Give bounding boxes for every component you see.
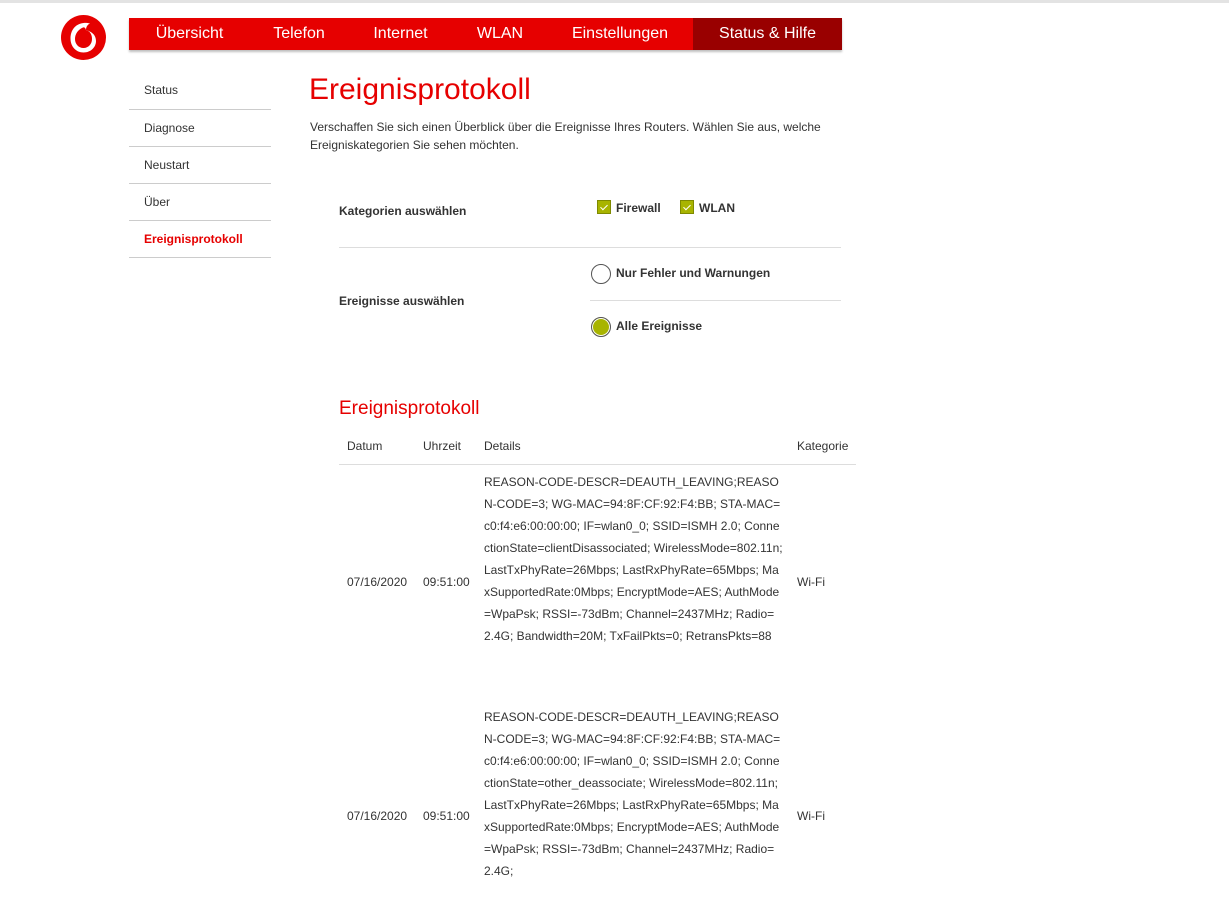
sidebar-item-ereignisprotokoll[interactable]: Ereignisprotokoll <box>129 221 271 258</box>
nav-item-telefon[interactable]: Telefon <box>250 18 348 50</box>
events-label: Ereignisse auswählen <box>339 294 465 308</box>
vodafone-logo-icon[interactable] <box>61 15 106 60</box>
wlan-checkbox[interactable] <box>680 200 694 214</box>
main-navigation: Übersicht Telefon Internet WLAN Einstell… <box>129 18 842 50</box>
sidebar-item-status[interactable]: Status <box>129 72 271 110</box>
errors-warnings-radio[interactable] <box>591 264 611 284</box>
sidebar-item-neustart[interactable]: Neustart <box>129 147 271 184</box>
nav-item-status-hilfe[interactable]: Status & Hilfe <box>693 18 842 50</box>
page-title: Ereignisprotokoll <box>309 73 531 106</box>
column-header-time: Uhrzeit <box>423 439 462 453</box>
firewall-checkbox[interactable] <box>597 200 611 214</box>
row-details: REASON-CODE-DESCR=DEAUTH_LEAVING;REASON-… <box>484 710 781 878</box>
categories-label: Kategorien auswählen <box>339 204 467 218</box>
sidebar-item-diagnose[interactable]: Diagnose <box>129 110 271 147</box>
column-header-date: Datum <box>347 439 383 453</box>
row-details: REASON-CODE-DESCR=DEAUTH_LEAVING;REASON-… <box>484 475 783 643</box>
column-header-category: Kategorie <box>797 439 849 453</box>
top-border <box>0 0 1229 3</box>
divider <box>339 247 841 248</box>
row-date: 07/16/2020 <box>347 575 408 589</box>
all-events-radio-label[interactable]: Alle Ereignisse <box>616 319 702 333</box>
sidebar-item-ueber[interactable]: Über <box>129 184 271 221</box>
errors-warnings-radio-label[interactable]: Nur Fehler und Warnungen <box>616 266 770 280</box>
divider <box>590 300 841 301</box>
firewall-checkbox-label[interactable]: Firewall <box>616 201 661 215</box>
page-intro: Verschaffen Sie sich einen Überblick übe… <box>310 120 821 152</box>
nav-item-internet[interactable]: Internet <box>348 18 453 50</box>
row-date: 07/16/2020 <box>347 809 408 823</box>
column-header-details: Details <box>484 439 521 453</box>
sidebar: Status Diagnose Neustart Über Ereignispr… <box>129 72 271 258</box>
row-category: Wi-Fi <box>797 575 825 589</box>
log-heading: Ereignisprotokoll <box>339 398 480 419</box>
nav-item-wlan[interactable]: WLAN <box>453 18 547 50</box>
nav-item-einstellungen[interactable]: Einstellungen <box>547 18 693 50</box>
table-header-divider <box>339 464 856 465</box>
row-time: 09:51:00 <box>423 809 470 823</box>
row-category: Wi-Fi <box>797 809 825 823</box>
nav-item-uebersicht[interactable]: Übersicht <box>129 18 250 50</box>
wlan-checkbox-label[interactable]: WLAN <box>699 201 735 215</box>
row-time: 09:51:00 <box>423 575 470 589</box>
all-events-radio[interactable] <box>591 317 611 337</box>
